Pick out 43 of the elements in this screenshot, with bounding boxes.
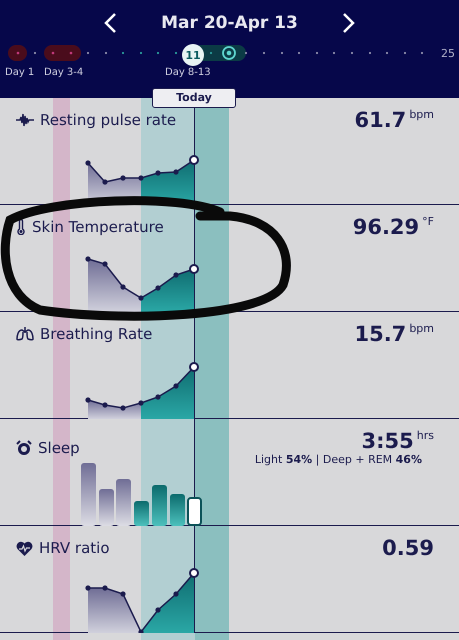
metric-label: Sleep	[38, 438, 80, 456]
metric-label: Skin Temperature	[32, 218, 164, 236]
back-icon[interactable]	[103, 12, 118, 34]
metric-value: 3:55	[362, 429, 414, 453]
sleep-breakdown: Light 54% | Deep + REM 46%	[254, 453, 422, 466]
thermometer-icon	[16, 219, 26, 235]
today-sleep-bar	[187, 497, 202, 526]
unit-label: bpm	[409, 108, 434, 121]
heart-icon	[16, 540, 33, 556]
sleep-bar	[170, 494, 185, 526]
sleep-bar	[99, 489, 114, 526]
area-fill	[141, 269, 194, 312]
metric-value: 61.7	[354, 108, 406, 132]
phase-label: Day 1	[5, 67, 34, 78]
today-label: Today	[152, 88, 236, 108]
metric-label: Breathing Rate	[40, 325, 152, 343]
today-day-badge[interactable]: 11	[182, 44, 204, 66]
today-point	[189, 568, 199, 578]
area-fill	[88, 259, 141, 312]
today-point	[189, 362, 199, 372]
metric-value: 15.7	[354, 322, 406, 346]
lungs-icon	[16, 327, 34, 341]
metric-value: 0.59	[382, 536, 434, 560]
forward-icon[interactable]	[342, 12, 356, 34]
sleep-bar	[152, 485, 167, 526]
unit-label: °F	[422, 215, 434, 228]
metric-label: Resting pulse rate	[40, 111, 176, 129]
unit-label: hrs	[416, 429, 434, 442]
phase-label: Day 3-4	[44, 67, 84, 78]
today-point	[189, 155, 199, 165]
sleep-bar	[116, 479, 131, 526]
unit-label: bpm	[409, 322, 434, 335]
area-fill	[88, 588, 141, 633]
sleep-bar	[81, 463, 96, 526]
alarm-clock-icon	[16, 440, 32, 456]
date-range-title: Mar 20-Apr 13	[161, 13, 298, 33]
metric-value: 96.29	[352, 215, 420, 239]
metric-label: HRV ratio	[39, 539, 110, 557]
today-point	[189, 264, 199, 274]
sleep-bar	[134, 501, 149, 526]
waveform-icon	[16, 113, 34, 127]
phase-label: Day 8-13	[165, 67, 211, 78]
day-number: 25	[441, 47, 455, 60]
